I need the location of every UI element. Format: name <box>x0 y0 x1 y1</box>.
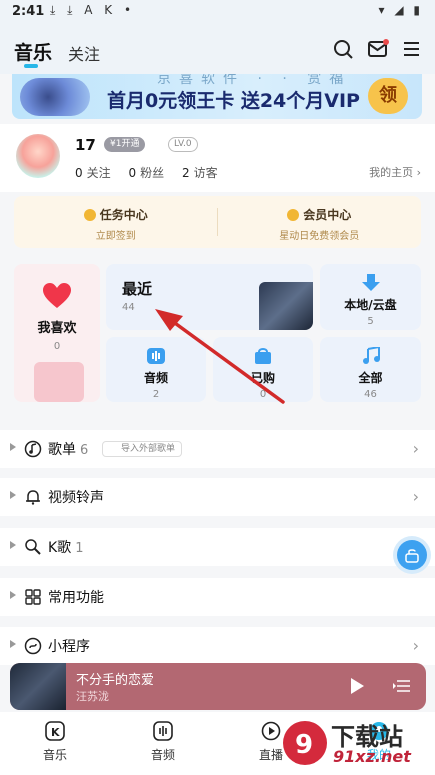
user-name: 17 <box>75 136 96 154</box>
expand-triangle-icon[interactable] <box>10 443 16 451</box>
promo-banner[interactable]: 京喜软件 · · 赏福 首月0元领王卡 送24个月VIP 领 <box>12 74 422 119</box>
tab-bottom-audio[interactable]: 音频 <box>133 720 193 763</box>
tile-recent[interactable]: 最近 44 <box>106 264 313 330</box>
watermark-sub: 91xz.net <box>333 747 411 766</box>
tab-music[interactable]: 音乐 <box>14 38 52 65</box>
tile-audio[interactable]: 音频 2 <box>106 337 206 402</box>
music-k-icon: K <box>45 721 65 741</box>
recent-count: 44 <box>122 302 135 313</box>
expand-triangle-icon[interactable] <box>10 591 16 599</box>
stat-fans[interactable]: 0 粉丝 <box>128 166 164 180</box>
common-functions-label: 常用功能 <box>48 590 104 606</box>
bought-count: 0 <box>259 389 267 400</box>
local-count: 5 <box>367 316 374 327</box>
watermark-emblem: 9 <box>283 721 327 765</box>
banner-main-text: 首月0元领王卡 送24个月VIP <box>107 90 360 112</box>
vip-badge[interactable]: ¥1开通 <box>104 137 146 152</box>
tile-favorite[interactable]: 我喜欢 0 <box>14 264 100 402</box>
lock-floating-button[interactable] <box>397 540 427 570</box>
recent-album-cover <box>259 282 313 330</box>
player-song-title: 不分手的恋爱 <box>76 673 155 688</box>
player-artist: 汪苏泷 <box>76 690 109 703</box>
member-center[interactable]: 会员中心 星动日免费领会员 <box>218 196 422 248</box>
mail-icon[interactable] <box>367 38 389 60</box>
bell-icon <box>26 490 40 505</box>
expand-triangle-icon[interactable] <box>10 541 16 549</box>
audio-count: 2 <box>152 389 160 400</box>
karaoke-label: K歌 1 <box>48 540 84 556</box>
all-count: 46 <box>364 389 377 400</box>
playlist-queue-icon[interactable] <box>393 677 411 695</box>
grid-icon <box>25 589 41 605</box>
system-icons: ▾ ◢ ▮ <box>378 3 423 17</box>
live-icon <box>261 721 281 741</box>
profile-section: 17 ¥1开通 LV.0 0 关注 0 粉丝 2 访客 我的主页 › <box>0 124 435 192</box>
import-playlist-button[interactable]: 导入外部歌单 <box>102 441 183 457</box>
local-label: 本地/云盘 <box>344 298 397 312</box>
list-item-playlist[interactable]: 歌单 6 导入外部歌单 › <box>0 430 435 468</box>
watermark-logo: 9 下载站 91xz.net <box>281 713 431 773</box>
chevron-right-icon[interactable]: › <box>413 636 419 655</box>
list-item-video-ringtone[interactable]: 视频铃声 › <box>0 478 435 516</box>
task-icon <box>83 209 96 221</box>
tile-all[interactable]: 全部 46 <box>320 337 421 402</box>
diamond-icon <box>287 209 300 221</box>
vinyl-decoration <box>34 362 84 402</box>
tile-bought[interactable]: 已购 0 <box>213 337 313 402</box>
profile-stats: 0 关注 0 粉丝 2 访客 <box>75 164 232 181</box>
mini-program-label: 小程序 <box>48 639 90 655</box>
menu-icon[interactable] <box>401 38 423 60</box>
play-icon[interactable] <box>349 677 365 695</box>
chevron-right-icon[interactable]: › <box>413 439 419 458</box>
audio-tab-icon <box>153 721 173 741</box>
bag-icon <box>255 348 271 364</box>
search-icon[interactable] <box>332 38 354 60</box>
chevron-right-icon[interactable]: › <box>413 487 419 506</box>
notification-icons: ⤓ ⤓ A K • <box>50 3 136 17</box>
banner-claim-button[interactable]: 领 <box>368 78 408 114</box>
stat-visitors[interactable]: 2 访客 <box>182 166 218 180</box>
mini-player[interactable]: 不分手的恋爱 汪苏泷 <box>10 663 426 710</box>
status-time: 2:41 <box>12 4 45 19</box>
svg-text:K: K <box>51 726 60 739</box>
my-homepage-link[interactable]: 我的主页 › <box>369 164 421 180</box>
expand-triangle-icon[interactable] <box>10 491 16 499</box>
vip-card: 任务中心 立即签到 会员中心 星动日免费领会员 <box>14 196 421 248</box>
recent-label: 最近 <box>122 280 153 298</box>
audio-label: 音频 <box>143 371 168 385</box>
list-item-mini-program[interactable]: 小程序 › <box>0 627 435 665</box>
mini-program-icon <box>24 637 42 655</box>
status-bar: 2:41 ⤓ ⤓ A K • ▾ ◢ ▮ <box>0 0 435 24</box>
favorite-label: 我喜欢 <box>37 321 77 336</box>
lock-icon <box>405 549 419 563</box>
svg-text:9: 9 <box>295 730 313 760</box>
audio-icon <box>147 348 165 364</box>
banner-mascot-image <box>20 78 90 116</box>
expand-triangle-icon[interactable] <box>10 640 16 648</box>
active-tab-indicator <box>24 64 38 68</box>
list-item-common-functions[interactable]: 常用功能 <box>0 578 435 616</box>
list-item-karaoke[interactable]: K歌 1 <box>0 528 435 566</box>
favorite-count: 0 <box>53 341 61 352</box>
ringtone-label: 视频铃声 <box>48 490 104 506</box>
task-center[interactable]: 任务中心 立即签到 <box>14 196 218 248</box>
playlist-label: 歌单 6 <box>48 442 89 458</box>
download-arrow-icon <box>361 274 380 291</box>
tab-bottom-music[interactable]: K 音乐 <box>25 720 85 763</box>
playlist-icon <box>24 440 42 458</box>
top-header: 音乐 关注 <box>0 24 435 74</box>
bought-label: 已购 <box>250 371 275 385</box>
player-album-cover[interactable] <box>10 663 66 710</box>
all-label: 全部 <box>358 371 383 385</box>
music-note-icon <box>362 347 380 364</box>
heart-icon <box>43 283 71 308</box>
avatar[interactable] <box>14 132 62 180</box>
stat-follow[interactable]: 0 关注 <box>75 166 111 180</box>
tab-follow[interactable]: 关注 <box>68 41 100 65</box>
level-badge: LV.0 <box>168 137 198 152</box>
tile-local-cloud[interactable]: 本地/云盘 5 <box>320 264 421 330</box>
microphone-icon <box>25 539 41 555</box>
